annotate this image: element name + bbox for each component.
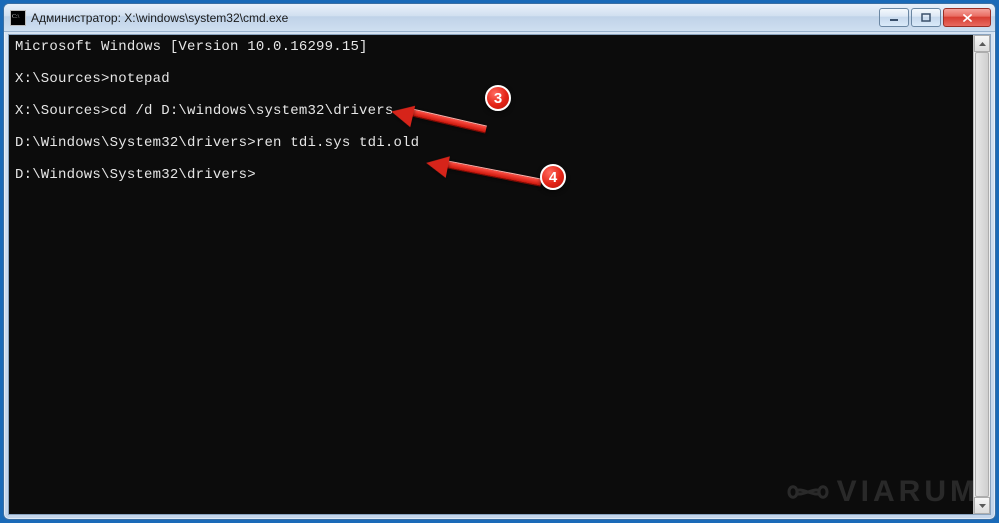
- cmd-window: C:\ Администратор: X:\windows\system32\c…: [3, 3, 996, 520]
- scroll-up-button[interactable]: [974, 35, 990, 52]
- scrollbar-thumb[interactable]: [975, 52, 989, 497]
- scrollbar-track[interactable]: [974, 52, 990, 497]
- vertical-scrollbar[interactable]: [973, 35, 990, 514]
- minimize-button[interactable]: [879, 8, 909, 27]
- window-title: Администратор: X:\windows\system32\cmd.e…: [31, 11, 879, 25]
- maximize-button[interactable]: [911, 8, 941, 27]
- scroll-down-button[interactable]: [974, 497, 990, 514]
- close-button[interactable]: [943, 8, 991, 27]
- cmd-icon: C:\: [10, 10, 26, 26]
- terminal-output[interactable]: Microsoft Windows [Version 10.0.16299.15…: [9, 35, 973, 514]
- svg-text:C:\: C:\: [12, 14, 20, 20]
- client-area: Microsoft Windows [Version 10.0.16299.15…: [8, 34, 991, 515]
- titlebar[interactable]: C:\ Администратор: X:\windows\system32\c…: [4, 4, 995, 32]
- window-controls: [879, 8, 991, 27]
